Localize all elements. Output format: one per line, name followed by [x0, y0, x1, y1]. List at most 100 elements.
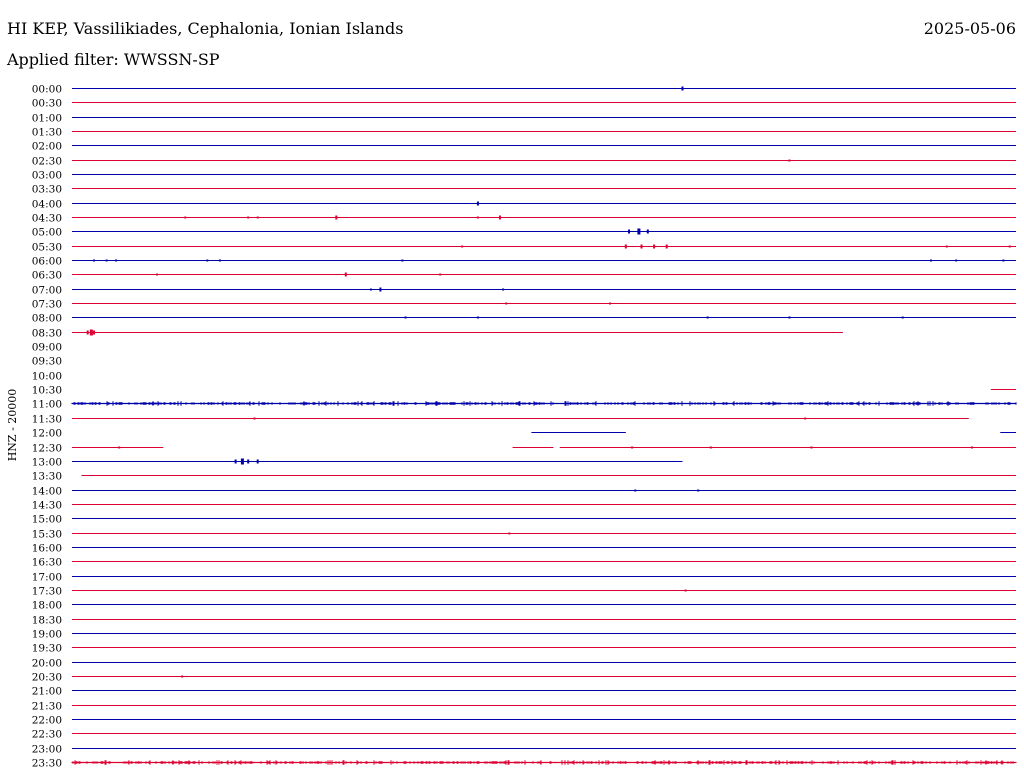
- seismic-event-mark: [810, 446, 813, 449]
- seismic-event-mark: [476, 201, 479, 206]
- helicorder-plot: 00:00 00:30 01:00 01:30 02:00 02:30 03:00 03:30…: [32, 84, 1017, 770]
- time-tick-label: 16:30: [32, 557, 62, 569]
- time-tick-label: 04:00: [32, 199, 62, 211]
- time-tick-label: 14:00: [32, 486, 62, 498]
- seismic-event-mark: [247, 216, 250, 219]
- seismic-event-mark: [624, 244, 627, 249]
- time-tick-label: 02:00: [32, 141, 62, 153]
- seismic-event-mark: [930, 259, 932, 262]
- seismic-event-mark: [697, 489, 700, 492]
- seismic-event-mark: [105, 259, 108, 262]
- seismic-event-mark: [93, 259, 95, 262]
- time-tick-label: 00:30: [32, 98, 62, 110]
- seismic-event-mark: [439, 273, 442, 276]
- time-tick-label: 14:30: [32, 500, 62, 512]
- seismic-event-mark: [401, 259, 404, 262]
- time-tick-label: 13:00: [32, 457, 62, 469]
- seismic-event-mark: [369, 288, 372, 291]
- time-tick-label: 18:00: [32, 600, 62, 612]
- time-tick-label: 18:30: [32, 615, 62, 627]
- trace-noise: [71, 401, 1017, 406]
- time-tick-label: 19:00: [32, 629, 62, 641]
- time-tick-label: 08:30: [32, 328, 62, 340]
- seismic-event-mark: [508, 532, 511, 535]
- seismic-event-mark: [476, 316, 479, 319]
- seismic-event-mark: [681, 86, 684, 91]
- time-tick-label: 21:30: [32, 701, 62, 713]
- seismic-event-mark: [505, 302, 508, 305]
- seismic-event-mark: [502, 288, 505, 291]
- seismic-event-mark: [788, 159, 791, 162]
- time-tick-label: 03:30: [32, 184, 62, 196]
- seismic-event-mark: [256, 459, 259, 464]
- time-tick-label: 11:30: [32, 414, 62, 426]
- seismic-event-mark: [344, 272, 347, 277]
- seismic-event-mark: [476, 216, 479, 219]
- seismic-event-mark: [184, 216, 187, 219]
- seismic-event-mark: [706, 316, 709, 319]
- time-tick-label: 06:00: [32, 256, 62, 268]
- seismic-event-mark: [89, 329, 93, 336]
- time-tick-label: 09:30: [32, 356, 62, 368]
- time-tick-label: 20:00: [32, 658, 62, 670]
- seismic-event-mark: [788, 316, 791, 319]
- time-tick-label: 15:30: [32, 529, 62, 541]
- seismic-event-mark: [901, 316, 904, 319]
- seismic-event-mark: [118, 446, 121, 449]
- seismic-event-mark: [379, 287, 382, 292]
- seismic-event-mark: [93, 330, 95, 335]
- seismic-event-mark: [628, 229, 630, 234]
- time-tick-label: 12:00: [32, 428, 62, 440]
- time-tick-label: 09:00: [32, 342, 62, 354]
- seismic-event-mark: [181, 675, 184, 678]
- time-tick-label: 06:30: [32, 270, 62, 282]
- seismic-event-mark: [637, 228, 641, 235]
- seismic-event-mark: [945, 245, 948, 248]
- seismic-event-mark: [247, 459, 250, 464]
- seismic-event-mark: [1008, 245, 1011, 248]
- seismic-event-mark: [665, 244, 668, 249]
- time-tick-label: 21:00: [32, 686, 62, 698]
- seismic-event-mark: [498, 215, 501, 220]
- time-tick-label: 07:00: [32, 285, 62, 297]
- seismic-event-mark: [684, 589, 687, 592]
- time-tick-label: 00:00: [32, 84, 62, 96]
- time-tick-label: 22:00: [32, 715, 62, 727]
- seismic-event-mark: [86, 330, 89, 335]
- time-tick-label: 08:00: [32, 313, 62, 325]
- time-tick-label: 12:30: [32, 443, 62, 455]
- seismic-event-mark: [206, 259, 209, 262]
- seismic-event-mark: [640, 244, 643, 249]
- time-tick-label: 01:30: [32, 127, 62, 139]
- seismic-event-mark: [646, 229, 649, 234]
- time-tick-label: 17:30: [32, 586, 62, 598]
- seismic-event-mark: [970, 446, 973, 449]
- time-tick-label: 22:30: [32, 729, 62, 741]
- time-tick-label: 01:00: [32, 113, 62, 125]
- time-tick-label: 13:30: [32, 471, 62, 483]
- seismic-event-mark: [609, 302, 612, 305]
- time-tick-label: 05:00: [32, 227, 62, 239]
- time-tick-label: 02:30: [32, 156, 62, 168]
- seismic-event-mark: [404, 316, 407, 319]
- seismic-event-mark: [1002, 259, 1005, 262]
- seismic-event-mark: [461, 245, 464, 248]
- seismic-event-mark: [115, 259, 118, 262]
- time-tick-label: 19:30: [32, 643, 62, 655]
- seismic-event-mark: [631, 446, 634, 449]
- time-tick-label: 10:30: [32, 385, 62, 397]
- seismic-event-mark: [156, 273, 158, 276]
- time-tick-label: 15:00: [32, 514, 62, 526]
- time-tick-label: 05:30: [32, 242, 62, 254]
- seismic-event-mark: [256, 216, 259, 219]
- time-tick-label: 17:00: [32, 572, 62, 584]
- seismic-event-mark: [653, 244, 656, 249]
- trace-noise: [71, 760, 1017, 765]
- seismic-event-mark: [335, 215, 338, 220]
- time-tick-label: 07:30: [32, 299, 62, 311]
- seismic-event-mark: [955, 259, 958, 262]
- time-tick-label: 04:30: [32, 213, 62, 225]
- time-tick-label: 23:00: [32, 744, 62, 756]
- time-tick-label: 23:30: [32, 758, 62, 770]
- seismic-event-mark: [253, 417, 256, 420]
